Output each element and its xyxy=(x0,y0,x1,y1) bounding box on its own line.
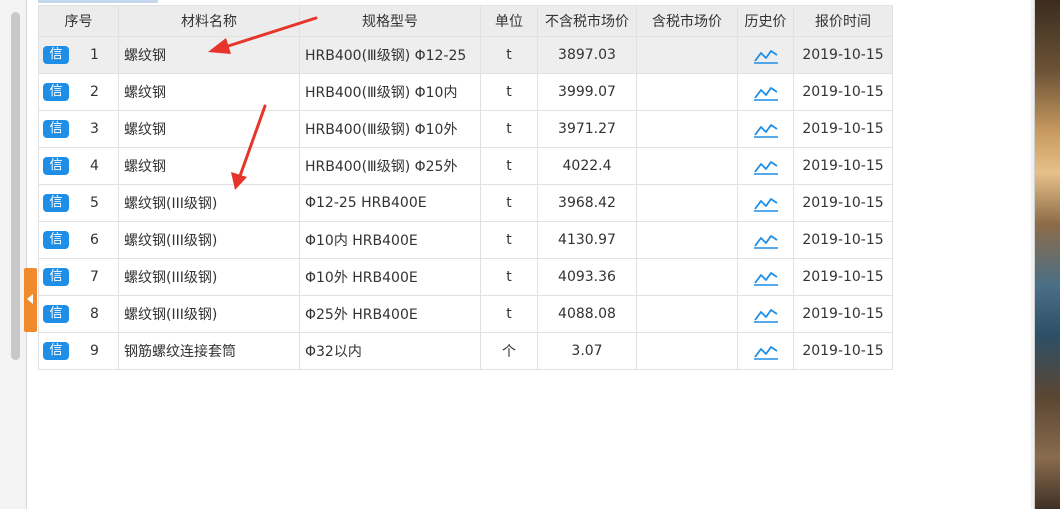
annotation-arrow-1 xyxy=(208,16,318,54)
annotation-arrows xyxy=(208,16,318,190)
annotation-arrow-2 xyxy=(231,104,267,190)
